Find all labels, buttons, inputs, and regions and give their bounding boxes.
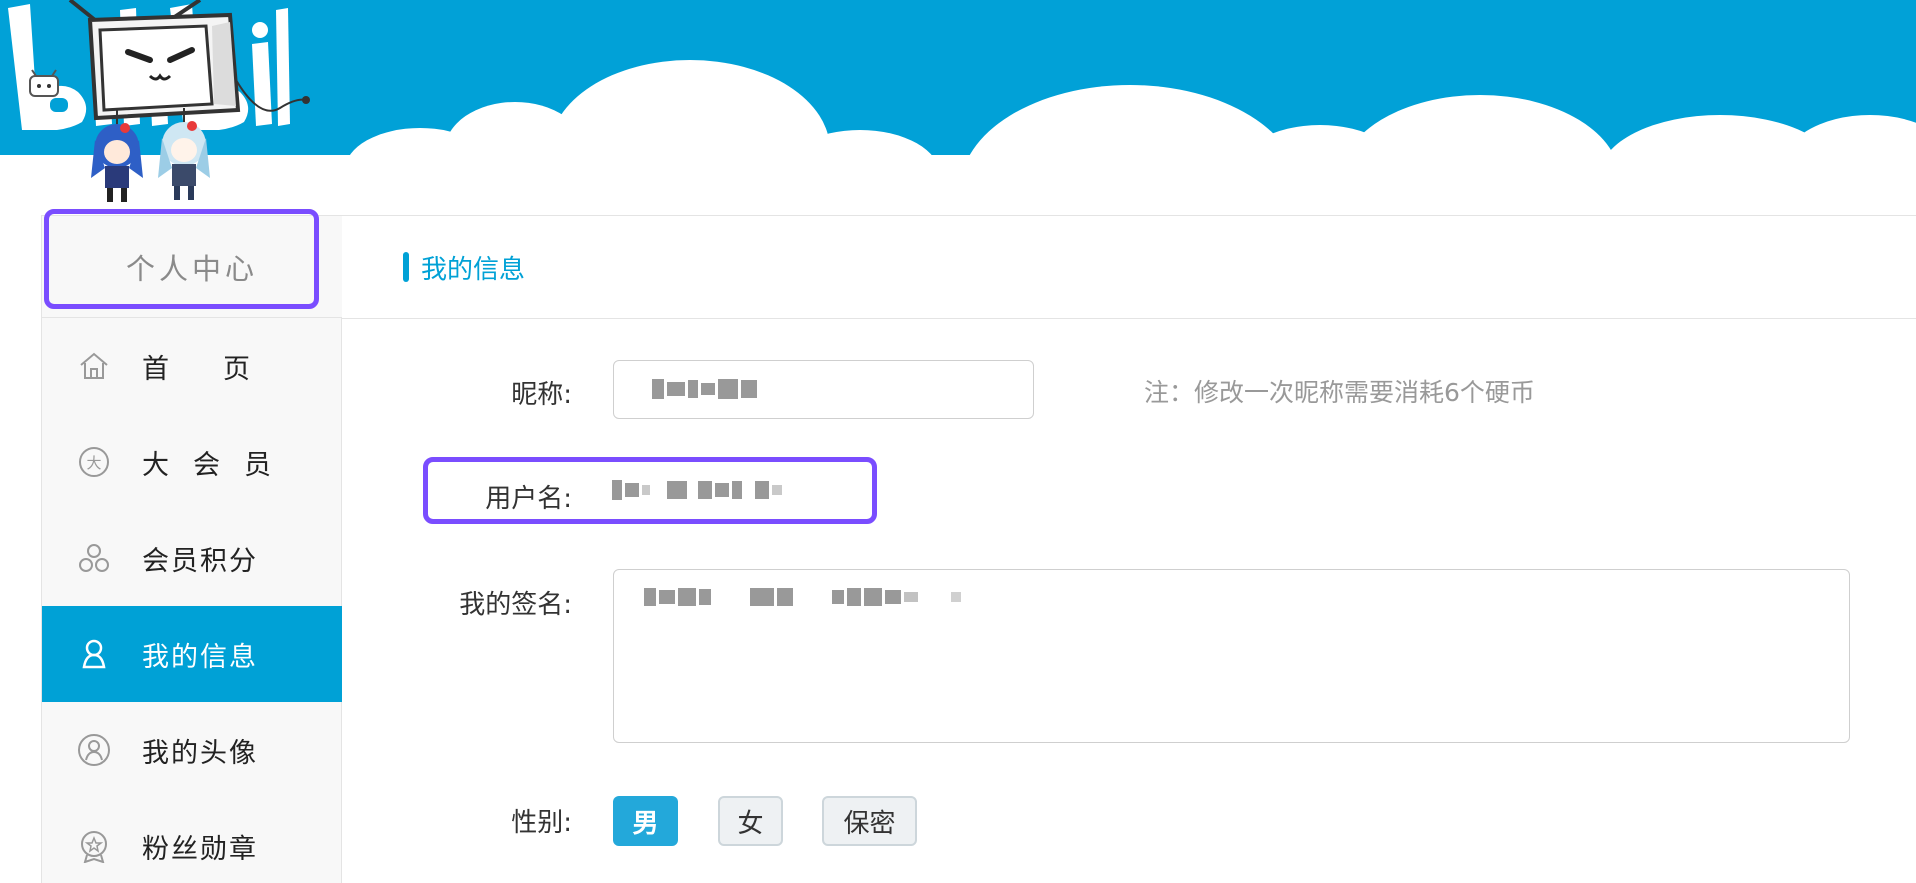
gender-female-button[interactable]: 女 bbox=[718, 796, 783, 846]
avatar-icon bbox=[76, 732, 112, 768]
home-icon bbox=[76, 348, 112, 384]
svg-text:大: 大 bbox=[86, 454, 101, 472]
sidebar-item-avatar[interactable]: 我的头像 bbox=[42, 702, 342, 798]
gender-male-button[interactable]: 男 bbox=[613, 796, 678, 846]
sidebar-item-label: 我的头像 bbox=[142, 737, 258, 769]
sidebar-item-home[interactable]: 首页 bbox=[42, 318, 342, 414]
sidebar-item-fan-medal[interactable]: 粉丝勋章 bbox=[42, 798, 342, 883]
main-content: 我的信息 昵称: 注：修改一次昵称需要消耗6个硬币 用户名: 我的签名: 性别:… bbox=[342, 215, 1916, 883]
nickname-note: 注：修改一次昵称需要消耗6个硬币 bbox=[1144, 378, 1535, 407]
medal-icon bbox=[76, 828, 112, 864]
sidebar-item-points[interactable]: 会员积分 bbox=[42, 510, 342, 606]
tv-mascot-icon bbox=[29, 0, 310, 202]
points-icon bbox=[76, 540, 112, 576]
signature-textarea[interactable] bbox=[613, 569, 1850, 743]
gender-secret-button[interactable]: 保密 bbox=[822, 796, 917, 846]
sidebar-item-label: 首页 bbox=[142, 353, 304, 385]
sidebar-item-label: 会员积分 bbox=[142, 545, 258, 577]
nickname-input[interactable] bbox=[613, 360, 1034, 419]
signature-label: 我的签名: bbox=[459, 590, 572, 620]
nickname-label: 昵称: bbox=[511, 380, 572, 410]
sidebar-item-vip[interactable]: 大 大会员 bbox=[42, 414, 342, 510]
sidebar: 个人中心 首页 大 大会员 会员积分 我的信息 我的头像 粉丝勋章 bbox=[41, 215, 342, 883]
sidebar-nav: 首页 大 大会员 会员积分 我的信息 我的头像 粉丝勋章 bbox=[42, 318, 342, 883]
section-accent-bar bbox=[403, 252, 409, 282]
signature-value-redacted bbox=[644, 588, 961, 606]
username-label: 用户名: bbox=[485, 484, 572, 514]
gender-label: 性别: bbox=[511, 808, 572, 838]
section-title: 我的信息 bbox=[421, 254, 526, 285]
sidebar-title: 个人中心 bbox=[42, 215, 342, 318]
vip-icon: 大 bbox=[76, 444, 112, 480]
sidebar-item-label: 粉丝勋章 bbox=[142, 833, 258, 865]
header-banner bbox=[0, 0, 1916, 215]
section-header: 我的信息 bbox=[342, 216, 1916, 319]
username-value-redacted bbox=[612, 480, 782, 500]
sidebar-item-label: 大会员 bbox=[142, 449, 295, 481]
sidebar-item-my-info[interactable]: 我的信息 bbox=[42, 606, 342, 702]
user-icon bbox=[76, 636, 112, 672]
sidebar-item-label: 我的信息 bbox=[142, 641, 258, 673]
nickname-value-redacted bbox=[652, 379, 757, 399]
